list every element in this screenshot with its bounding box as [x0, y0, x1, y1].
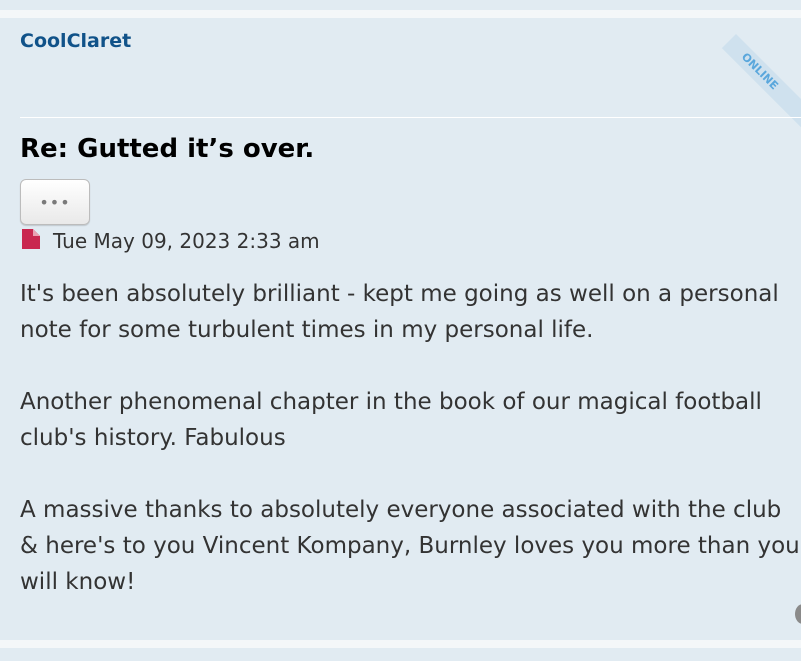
- post-title: Re: Gutted it’s over.: [20, 134, 315, 164]
- post-date: Tue May 09, 2023 2:33 am: [53, 229, 320, 253]
- post-paragraph: Another phenomenal chapter in the book o…: [20, 389, 762, 451]
- previous-post-edge: [0, 0, 801, 10]
- post-content: It's been absolutely brilliant - kept me…: [20, 276, 801, 636]
- post-divider: [20, 117, 801, 118]
- post-paragraph: It's been absolutely brilliant - kept me…: [20, 281, 779, 343]
- ellipsis-icon: •••: [39, 192, 71, 212]
- online-badge: ONLINE: [721, 34, 801, 133]
- next-post-edge: [0, 648, 801, 661]
- forum-post: CoolClaret ONLINE Re: Gutted it’s over. …: [0, 18, 801, 640]
- post-paragraph: A massive thanks to absolutely everyone …: [20, 497, 800, 595]
- file-icon[interactable]: [22, 229, 40, 249]
- username-link[interactable]: CoolClaret: [20, 30, 131, 52]
- post-actions-button[interactable]: •••: [20, 179, 90, 225]
